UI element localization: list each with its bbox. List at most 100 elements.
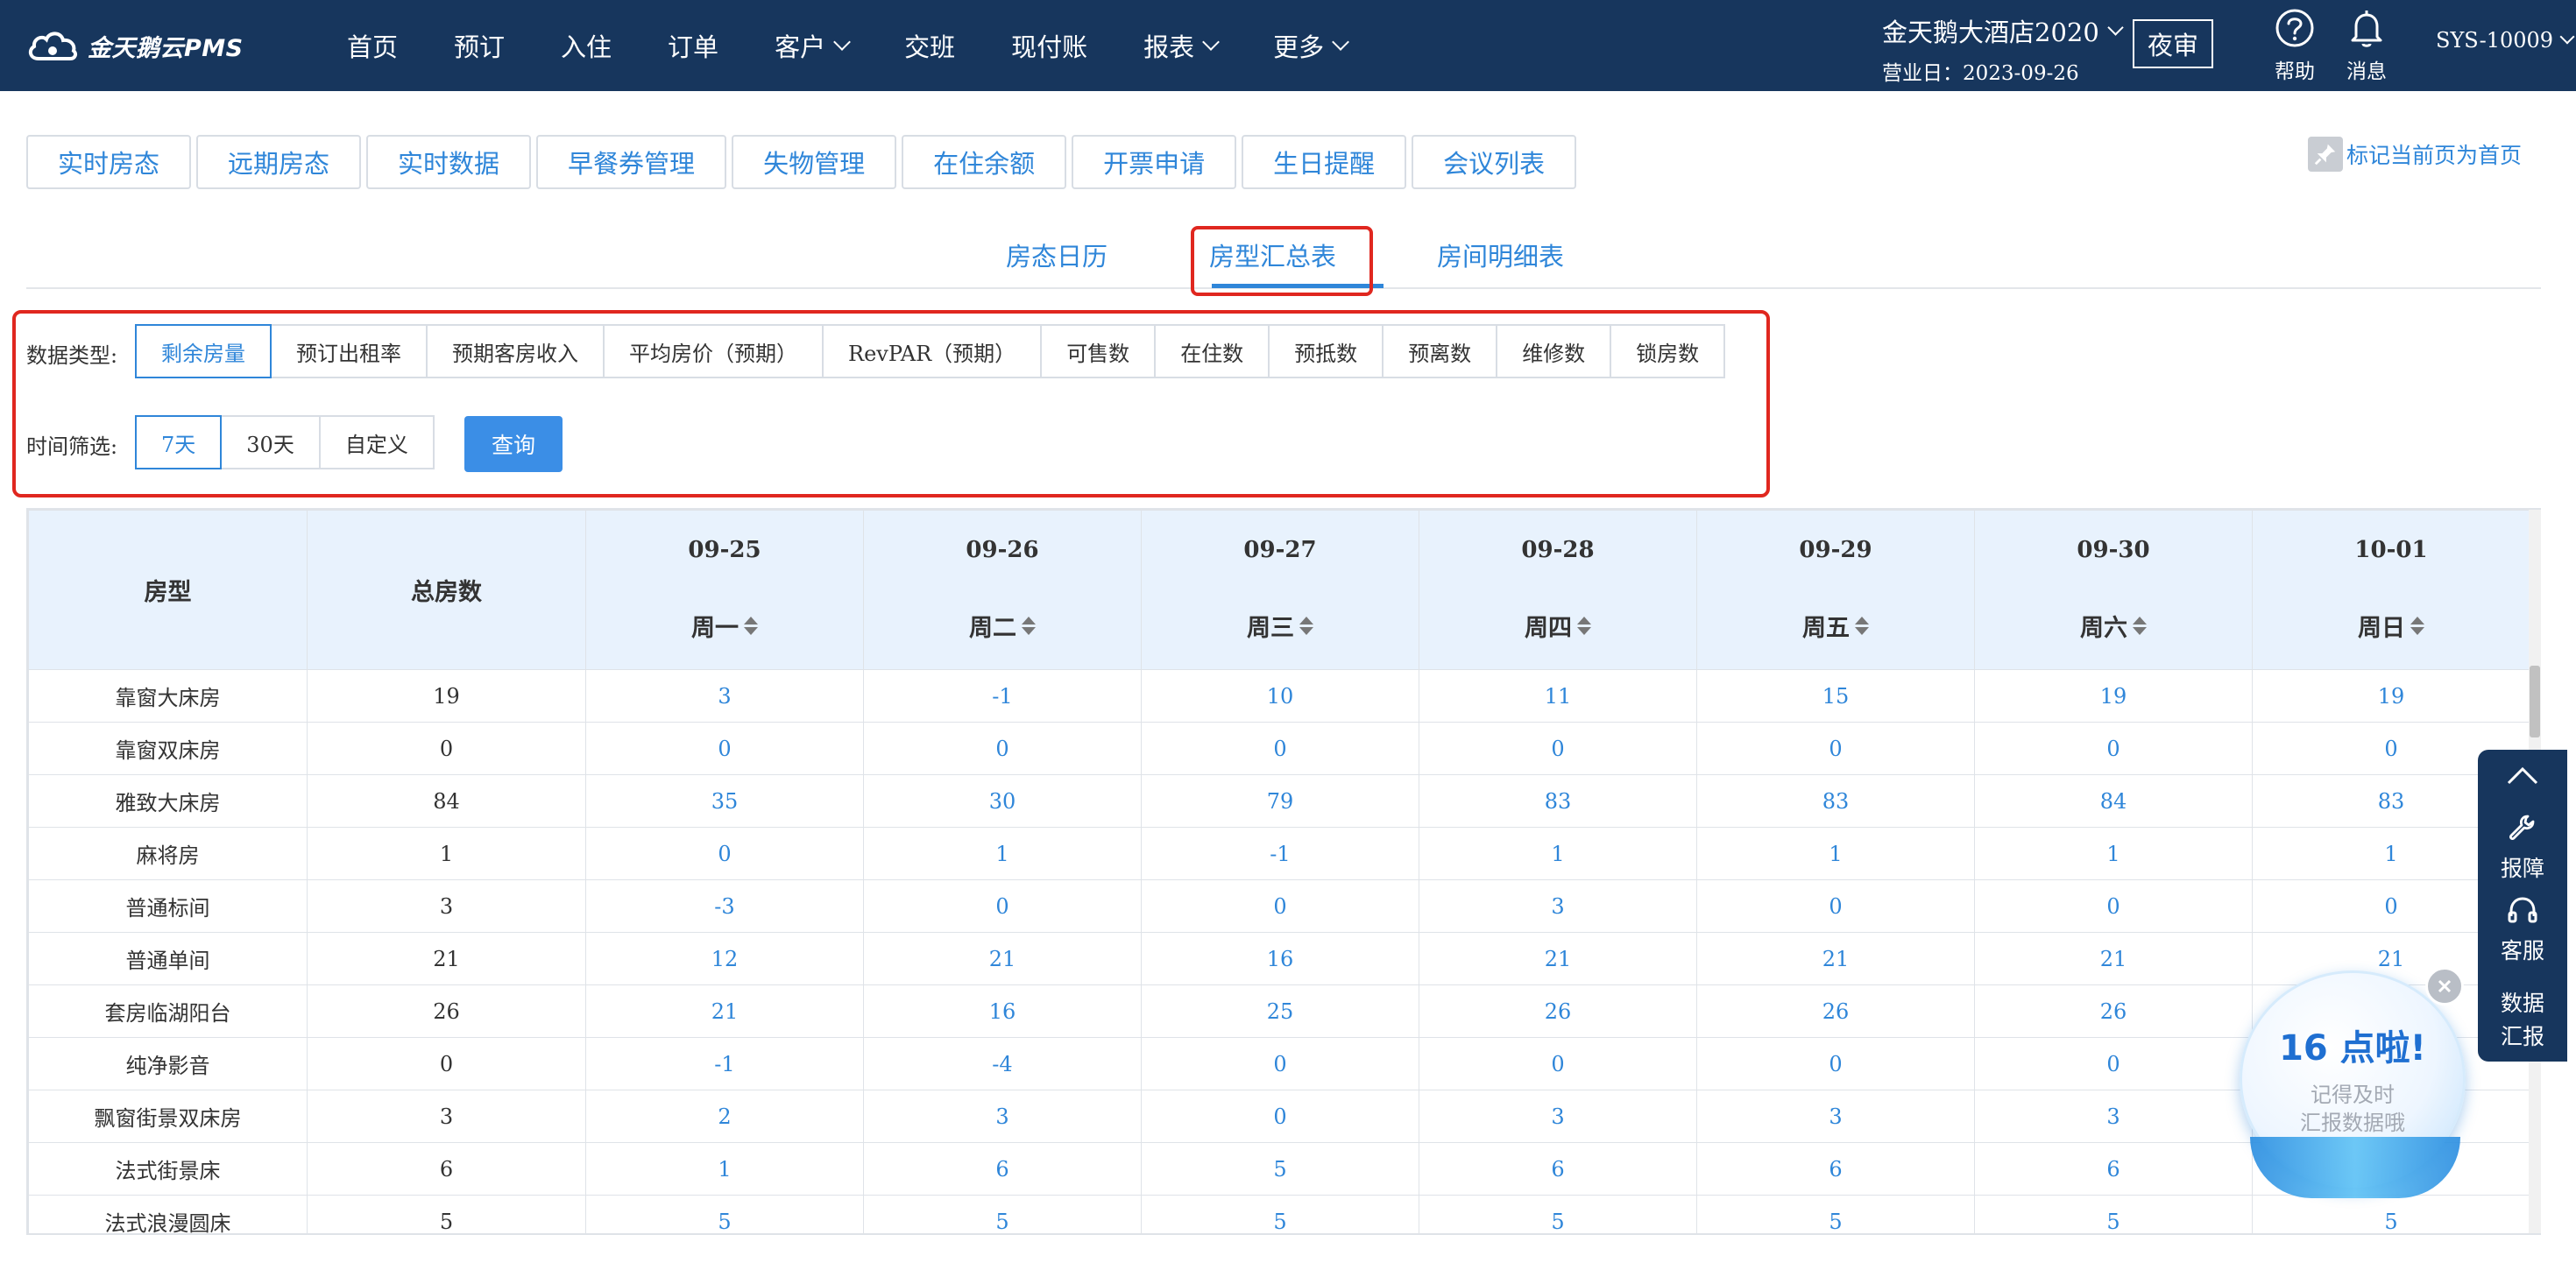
nav-item-8[interactable]: 更多 [1273,27,1350,64]
remaining-count[interactable]: 0 [1696,879,1975,933]
remaining-count[interactable]: 0 [1974,879,2253,933]
sort-icon[interactable] [1577,617,1591,635]
hotel-selector[interactable]: 金天鹅大酒店2020 营业日：2023-09-26 [1882,12,2127,86]
remaining-count[interactable]: 35 [585,774,864,828]
function-tab-7[interactable]: 生日提醒 [1242,135,1407,189]
remaining-count[interactable]: -4 [863,1037,1142,1090]
remaining-count[interactable]: 5 [2252,1195,2530,1233]
data-type-option[interactable]: 剩余房量 [135,324,272,378]
tab-room-detail[interactable]: 房间明细表 [1437,236,1564,273]
remaining-count[interactable]: 2 [585,1090,864,1143]
remaining-count[interactable]: 5 [1696,1195,1975,1233]
remaining-count[interactable]: 21 [585,984,864,1038]
function-tab-0[interactable]: 实时房态 [26,135,192,189]
col-header-weekday[interactable]: 周三 [1247,609,1313,643]
remaining-count[interactable]: 0 [1696,722,1975,775]
time-option[interactable]: 30天 [220,415,321,469]
remaining-count[interactable]: 0 [863,722,1142,775]
remaining-count[interactable]: 0 [585,827,864,880]
remaining-count[interactable]: 11 [1419,669,1697,723]
nav-item-4[interactable]: 客户 [775,27,851,64]
remaining-count[interactable]: 6 [1974,1142,2253,1196]
sort-icon[interactable] [1299,617,1313,635]
time-option[interactable]: 自定义 [318,415,435,469]
remaining-count[interactable]: 21 [863,932,1142,985]
remaining-count[interactable]: 79 [1141,774,1419,828]
remaining-count[interactable]: 19 [1974,669,2253,723]
remaining-count[interactable]: 84 [1974,774,2253,828]
remaining-count[interactable]: 3 [1974,1090,2253,1143]
col-header-weekday[interactable]: 周一 [691,609,758,643]
remaining-count[interactable]: 5 [1974,1195,2253,1233]
remaining-count[interactable]: 6 [863,1142,1142,1196]
remaining-count[interactable]: 26 [1974,984,2253,1038]
data-type-option[interactable]: 维修数 [1496,324,1612,378]
remaining-count[interactable]: 0 [1419,1037,1697,1090]
messages-button[interactable]: 消息 [2338,7,2396,84]
function-tab-2[interactable]: 实时数据 [366,135,532,189]
remaining-count[interactable]: 16 [863,984,1142,1038]
sort-icon[interactable] [2133,617,2147,635]
function-tab-5[interactable]: 在住余额 [902,135,1067,189]
remaining-count[interactable]: 16 [1141,932,1419,985]
remaining-count[interactable]: 1 [1419,827,1697,880]
function-tab-8[interactable]: 会议列表 [1412,135,1577,189]
night-audit-button[interactable]: 夜审 [2133,19,2213,68]
remaining-count[interactable]: -1 [585,1037,864,1090]
col-header-weekday[interactable]: 周四 [1525,609,1591,643]
function-tab-4[interactable]: 失物管理 [732,135,897,189]
sort-icon[interactable] [744,617,758,635]
remaining-count[interactable]: 1 [1696,827,1975,880]
remaining-count[interactable]: 25 [1141,984,1419,1038]
remaining-count[interactable]: 0 [1974,1037,2253,1090]
col-header-weekday[interactable]: 周二 [969,609,1036,643]
remaining-count[interactable]: 6 [1419,1142,1697,1196]
remaining-count[interactable]: 5 [1141,1142,1419,1196]
remaining-count[interactable]: 21 [1974,932,2253,985]
nav-item-1[interactable]: 预订 [454,27,505,64]
report-fault-button[interactable]: 报障 [2478,811,2567,883]
remaining-count[interactable]: 6 [1696,1142,1975,1196]
sort-icon[interactable] [2410,617,2424,635]
nav-item-7[interactable]: 报表 [1143,27,1221,64]
remaining-count[interactable]: 15 [1696,669,1975,723]
remaining-count[interactable]: 5 [1141,1195,1419,1233]
data-type-option[interactable]: 预期客房收入 [426,324,605,378]
remaining-count[interactable]: 12 [585,932,864,985]
function-tab-1[interactable]: 远期房态 [196,135,362,189]
user-menu[interactable]: SYS-10009 [2436,28,2575,53]
data-type-option[interactable]: 预订出租率 [270,324,428,378]
customer-service-button[interactable]: 客服 [2478,893,2567,965]
data-type-option[interactable]: 可售数 [1040,324,1157,378]
remaining-count[interactable]: -3 [585,879,864,933]
remaining-count[interactable]: 10 [1141,669,1419,723]
remaining-count[interactable]: 26 [1696,984,1975,1038]
data-type-option[interactable]: 锁房数 [1610,324,1726,378]
remaining-count[interactable]: 21 [1419,932,1697,985]
remaining-count[interactable]: -1 [1141,827,1419,880]
remaining-count[interactable]: 21 [1696,932,1975,985]
remaining-count[interactable]: 0 [1141,879,1419,933]
remaining-count[interactable]: 5 [1419,1195,1697,1233]
back-to-top-button[interactable] [2478,764,2567,787]
remaining-count[interactable]: 0 [863,879,1142,933]
remaining-count[interactable]: 3 [1419,1090,1697,1143]
remaining-count[interactable]: 0 [1696,1037,1975,1090]
help-button[interactable]: 帮助 [2266,7,2324,84]
remaining-count[interactable]: 26 [1419,984,1697,1038]
remaining-count[interactable]: 3 [585,669,864,723]
remaining-count[interactable]: 19 [2252,669,2530,723]
remaining-count[interactable]: 0 [1419,722,1697,775]
function-tab-3[interactable]: 早餐券管理 [536,135,727,189]
remaining-count[interactable]: 30 [863,774,1142,828]
data-type-option[interactable]: 在住数 [1154,324,1270,378]
report-reminder-popup[interactable]: 16 点啦! 记得及时 汇报数据哦 [2240,970,2469,1198]
col-header-weekday[interactable]: 周日 [2358,609,2424,643]
remaining-count[interactable]: 5 [585,1195,864,1233]
remaining-count[interactable]: 0 [585,722,864,775]
remaining-count[interactable]: 83 [1419,774,1697,828]
col-header-weekday[interactable]: 周五 [1802,609,1869,643]
function-tab-6[interactable]: 开票申请 [1072,135,1237,189]
data-type-option[interactable]: 平均房价（预期） [603,324,824,378]
remaining-count[interactable]: -1 [863,669,1142,723]
